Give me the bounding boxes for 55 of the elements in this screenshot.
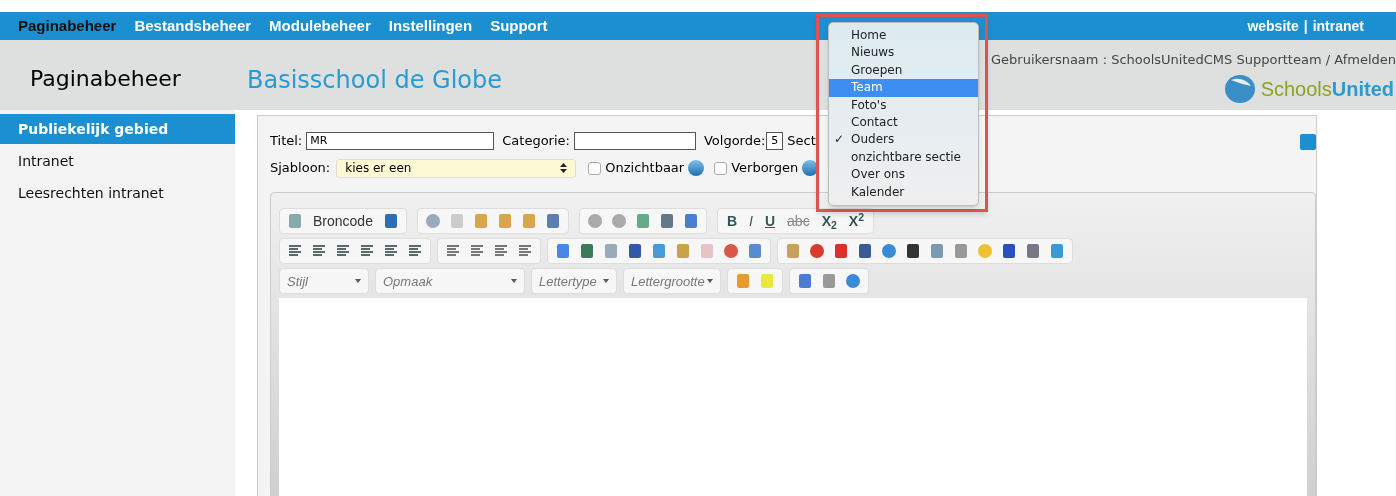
title-field[interactable]: MR: [306, 132, 495, 150]
nav-tab[interactable]: Bestandsbeheer: [134, 14, 252, 38]
superscript-button[interactable]: X$^{2}$: [846, 214, 867, 228]
checkbox[interactable]: [588, 161, 602, 175]
menu-option[interactable]: ✓ Ouders: [829, 131, 978, 149]
align-left-icon[interactable]: [445, 243, 461, 259]
menu-option[interactable]: onzichtbare sectie: [829, 148, 978, 167]
title-label: Titel:: [270, 132, 303, 151]
logo-wordmark: SchoolsUnited: [1260, 76, 1394, 102]
nav-tab[interactable]: Modulebeheer: [269, 14, 371, 38]
section-heading: Paginabeheer: [30, 66, 181, 91]
font-dropdown[interactable]: Lettertype: [531, 268, 617, 294]
panel-toggle-icon: [1300, 134, 1316, 150]
checkbox-label: Onzichtbaar: [605, 159, 685, 178]
underline-button[interactable]: U: [762, 214, 778, 228]
category-field[interactable]: [573, 132, 696, 150]
separator: |: [1303, 16, 1308, 36]
style-dropdown[interactable]: Stijl: [279, 268, 369, 294]
italic-button[interactable]: I: [747, 214, 755, 228]
checkbox[interactable]: [714, 161, 728, 175]
order-field[interactable]: 5: [766, 132, 784, 150]
menu-option[interactable]: Groepen: [829, 61, 978, 80]
menu-option[interactable]: Nieuws: [829, 44, 978, 62]
category-label: Categorie:: [502, 132, 570, 151]
menu-option[interactable]: Contact: [829, 113, 978, 132]
subscript-button[interactable]: X$_{2}$: [819, 214, 839, 228]
site-title: Basisschool de Globe: [247, 66, 502, 94]
nav-tab[interactable]: Instellingen: [388, 14, 473, 38]
nav-tab[interactable]: Paginabeheer: [18, 14, 117, 38]
checkbox-label: Verborgen: [731, 159, 799, 178]
stepper-icon: [560, 163, 568, 173]
format-dropdown[interactable]: Opmaak: [375, 268, 525, 294]
menu-option[interactable]: Home: [829, 27, 978, 45]
user-info: Gebruikersnaam : SchoolsUnitedCMS Supportteam / Afmelden: [990, 51, 1396, 69]
bold-button[interactable]: B: [724, 214, 740, 228]
sidebar-item[interactable]: Intranet: [0, 146, 235, 176]
checkmark-icon: ✓: [834, 131, 845, 149]
nav-tab[interactable]: Support: [490, 14, 548, 38]
document-icon[interactable]: [287, 213, 303, 229]
globe-logo-icon: [1222, 73, 1257, 104]
menu-option[interactable]: Kalender: [829, 183, 978, 201]
header-link[interactable]: website: [1247, 15, 1299, 37]
menu-option[interactable]: Over ons: [829, 166, 978, 184]
justify-icon[interactable]: [517, 243, 533, 259]
align-right-icon[interactable]: [493, 243, 509, 259]
align-center-icon[interactable]: [469, 243, 485, 259]
sidebar-item[interactable]: Publiekelijk gebied: [0, 114, 235, 144]
font-size-dropdown[interactable]: Lettergrootte: [623, 268, 721, 294]
order-label: Volgorde:: [703, 132, 766, 151]
sidebar-item[interactable]: Leesrechten intranet: [0, 178, 235, 208]
template-select[interactable]: kies er een: [336, 158, 577, 178]
source-button[interactable]: Broncode: [311, 214, 375, 228]
header-link[interactable]: intranet: [1312, 15, 1364, 37]
template-label: Sjabloon:: [270, 159, 331, 178]
menu-option[interactable]: Foto's: [829, 96, 978, 114]
